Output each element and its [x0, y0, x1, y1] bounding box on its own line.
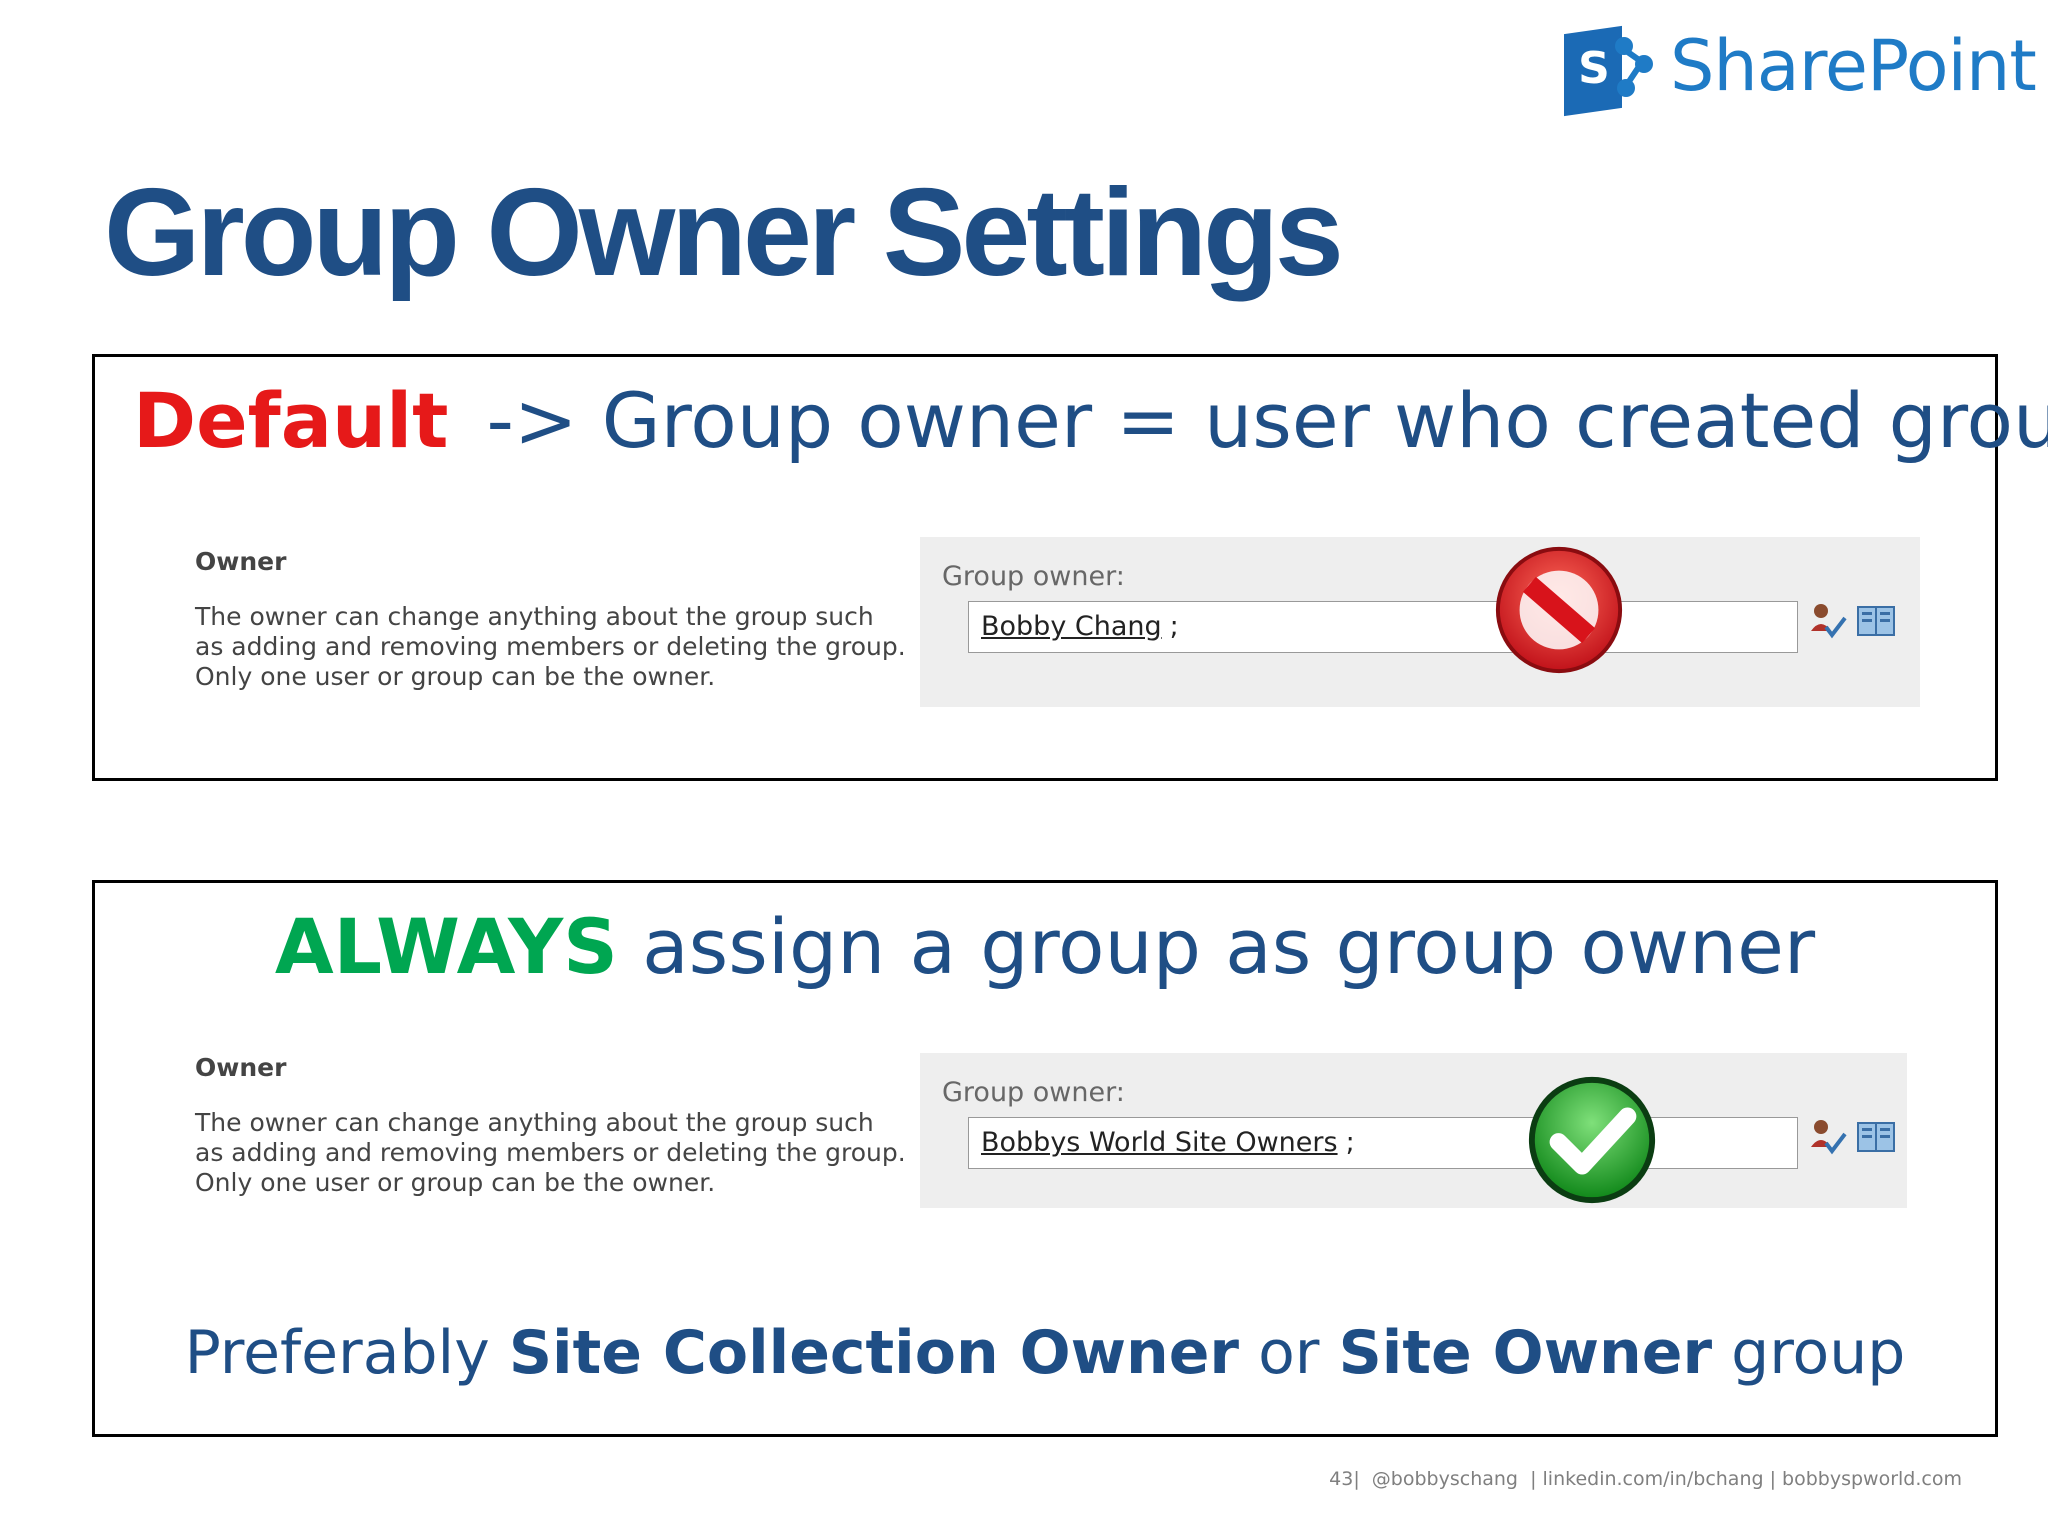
- resolved-owner-name[interactable]: Bobbys World Site Owners: [981, 1127, 1338, 1158]
- address-book-icon[interactable]: [1856, 603, 1896, 639]
- owner-section: Owner The owner can change anything abou…: [195, 547, 906, 692]
- check-names-icon[interactable]: [1808, 1117, 1848, 1157]
- group-owner-field[interactable]: Bobbys World Site Owners;: [968, 1117, 1798, 1169]
- always-headline-rest: assign a group as group owner: [642, 902, 1816, 991]
- footer: 43| @bobbyschang | linkedin.com/in/bchan…: [1329, 1468, 1962, 1490]
- default-box: Default -> Group owner = user who created…: [92, 354, 2048, 781]
- check-names-icon[interactable]: [1808, 601, 1848, 641]
- field-separator: ;: [1345, 1127, 1355, 1158]
- owner-heading: Owner: [195, 1053, 287, 1082]
- owner-desc-line: Only one user or group can be the owner.: [195, 1168, 716, 1197]
- preferably-bold-2: Site Owner: [1338, 1318, 1713, 1388]
- group-owner-field[interactable]: Bobby Chang;: [968, 601, 1798, 653]
- owner-desc-line: The owner can change anything about the …: [195, 1108, 874, 1137]
- preferably-text: group: [1731, 1318, 1906, 1388]
- owner-desc-line: The owner can change anything about the …: [195, 602, 874, 631]
- always-box: ALWAYS assign a group as group owner Own…: [92, 880, 1998, 1437]
- logo-text: SharePoint: [1670, 25, 2037, 107]
- group-owner-label: Group owner:: [942, 561, 1125, 592]
- page-number: 43: [1329, 1468, 1354, 1490]
- default-headline-rest: -> Group owner = user who created group: [486, 376, 2048, 465]
- footer-twitter: @bobbyschang: [1371, 1468, 1518, 1490]
- page-title: Group Owner Settings: [104, 164, 1344, 302]
- sharepoint-logo: S SharePoint: [1564, 16, 2044, 117]
- owner-description: The owner can change anything about the …: [195, 1108, 906, 1198]
- owner-description: The owner can change anything about the …: [195, 602, 906, 692]
- preferably-bold-1: Site Collection Owner: [508, 1318, 1240, 1388]
- slide: S SharePoint Group Owner Settings Defaul…: [0, 0, 2048, 1536]
- group-owner-label: Group owner:: [942, 1077, 1125, 1108]
- group-owner-panel: Group owner: Bobby Chang;: [920, 537, 1920, 707]
- footer-linkedin: linkedin.com/in/bchang: [1542, 1468, 1764, 1490]
- footer-site: bobbyspworld.com: [1782, 1468, 1962, 1490]
- owner-heading: Owner: [195, 547, 287, 576]
- owner-desc-line: as adding and removing members or deleti…: [195, 632, 906, 661]
- preferably-note: Preferably Site Collection Owner or Site…: [95, 1313, 1995, 1393]
- preferably-text: Preferably: [184, 1318, 490, 1388]
- logo-nodes-icon: [1615, 37, 1653, 97]
- group-owner-panel: Group owner: Bobbys World Site Owners;: [920, 1053, 1907, 1208]
- sharepoint-logo-mark: S: [1564, 18, 1664, 117]
- preferably-text: or: [1258, 1318, 1320, 1388]
- always-headline: ALWAYS assign a group as group owner: [95, 897, 1995, 997]
- owner-desc-line: as adding and removing members or deleti…: [195, 1138, 906, 1167]
- owner-desc-line: Only one user or group can be the owner.: [195, 662, 716, 691]
- default-headline: Default -> Group owner = user who created…: [133, 371, 2048, 471]
- logo-letter: S: [1578, 43, 1610, 94]
- field-separator: ;: [1169, 611, 1179, 642]
- prohibited-icon: [1495, 546, 1623, 674]
- owner-section: Owner The owner can change anything abou…: [195, 1053, 906, 1198]
- resolved-owner-name[interactable]: Bobby Chang: [981, 611, 1162, 642]
- always-emphasis: ALWAYS: [274, 902, 618, 991]
- checkmark-icon: [1528, 1076, 1656, 1204]
- default-emphasis: Default: [133, 376, 449, 465]
- address-book-icon[interactable]: [1856, 1119, 1896, 1155]
